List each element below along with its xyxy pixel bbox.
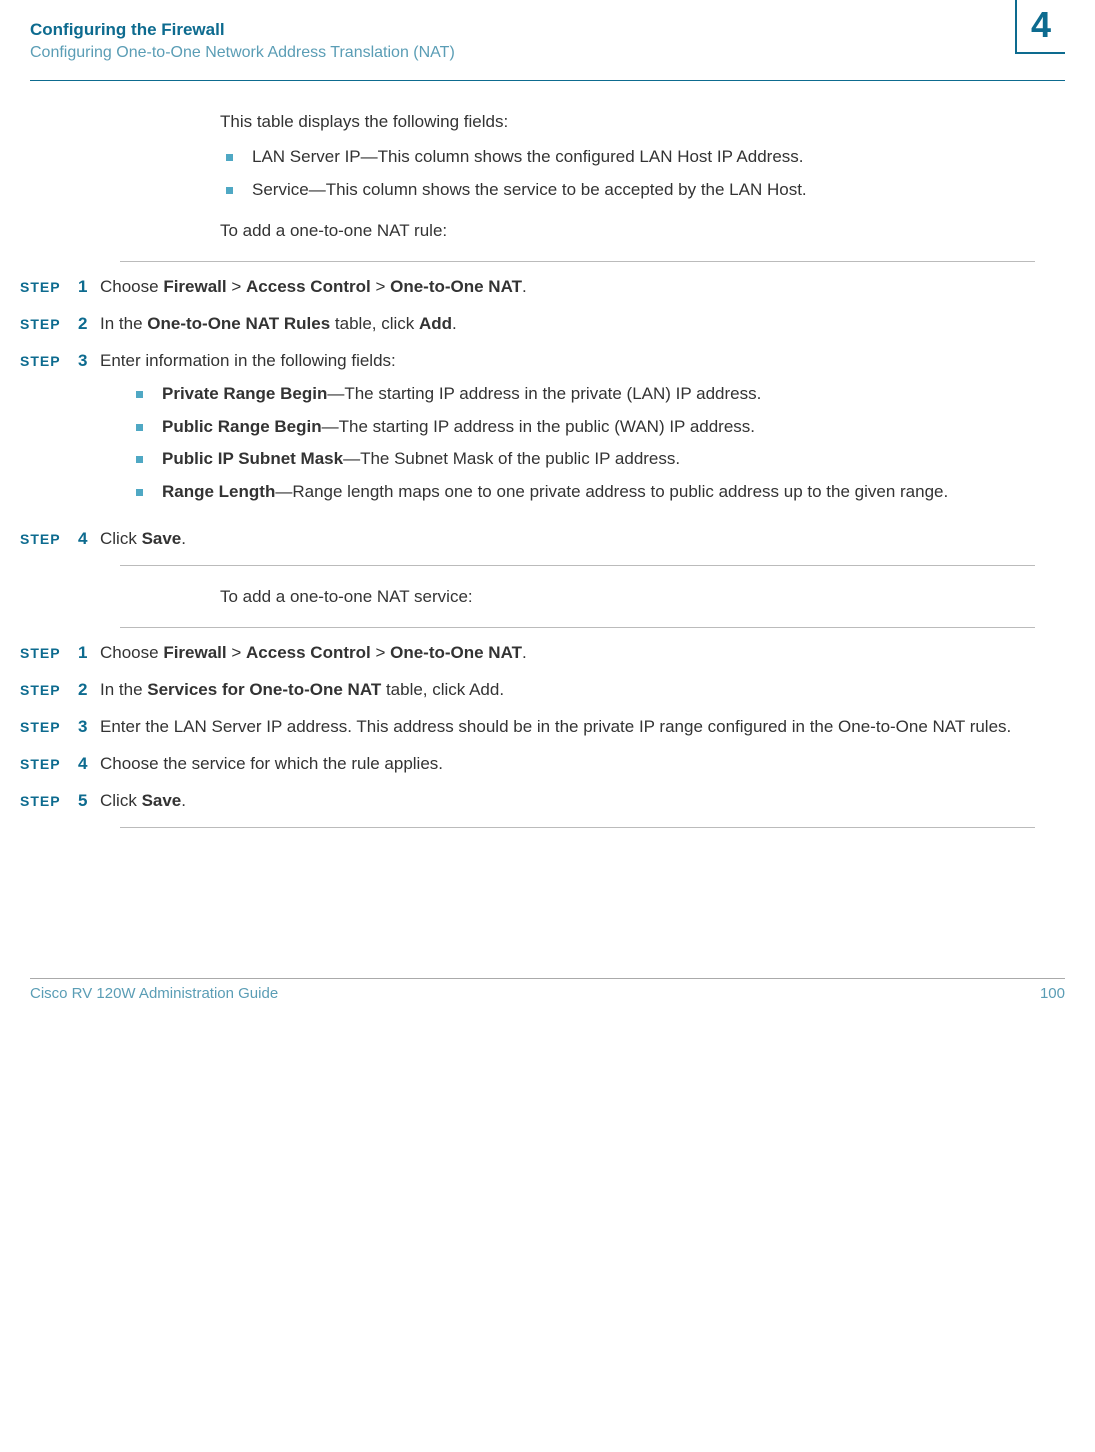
bullet-icon	[136, 391, 143, 398]
step-label: STEP	[20, 642, 78, 663]
bullet-text: —The starting IP address in the private …	[327, 384, 761, 403]
list-item: Range Length—Range length maps one to on…	[130, 481, 1035, 504]
step-row: STEP 4 Choose the service for which the …	[20, 753, 1035, 776]
bullet-icon	[226, 154, 233, 161]
step-text: Choose Firewall > Access Control > One-t…	[100, 276, 1035, 299]
intro-text: This table displays the following fields…	[220, 111, 1035, 134]
footer-guide-name: Cisco RV 120W Administration Guide	[30, 985, 278, 1002]
step-text: Enter the LAN Server IP address. This ad…	[100, 716, 1035, 739]
step-text: Choose Firewall > Access Control > One-t…	[100, 642, 1035, 665]
step-text: Enter information in the following field…	[100, 350, 1035, 515]
header-subtitle: Configuring One-to-One Network Address T…	[30, 44, 1065, 62]
step-label: STEP	[20, 679, 78, 700]
bullet-text: —The starting IP address in the public (…	[322, 417, 755, 436]
step-text: In the Services for One-to-One NAT table…	[100, 679, 1035, 702]
bullet-text: —This column shows the configured LAN Ho…	[361, 147, 804, 166]
step-number: 3	[78, 350, 100, 373]
step-text: Choose the service for which the rule ap…	[100, 753, 1035, 776]
step-number: 1	[78, 276, 100, 299]
step-row: STEP 2 In the Services for One-to-One NA…	[20, 679, 1035, 702]
bullet-label: Private Range Begin	[162, 384, 327, 403]
step-number: 4	[78, 528, 100, 551]
lead-text: To add a one-to-one NAT rule:	[220, 220, 1035, 243]
step-number: 2	[78, 313, 100, 336]
step-label: STEP	[20, 753, 78, 774]
bullet-text: —Range length maps one to one private ad…	[275, 482, 948, 501]
bullet-label: Public Range Begin	[162, 417, 322, 436]
header-title: Configuring the Firewall	[30, 20, 1065, 40]
step-label: STEP	[20, 313, 78, 334]
page-header: Configuring the Firewall Configuring One…	[0, 0, 1095, 62]
bullet-label: Service	[252, 180, 309, 199]
lead-text: To add a one-to-one NAT service:	[220, 586, 1035, 609]
page-content: This table displays the following fields…	[0, 81, 1095, 888]
step-number: 2	[78, 679, 100, 702]
step-number: 5	[78, 790, 100, 813]
step-row: STEP 3 Enter the LAN Server IP address. …	[20, 716, 1035, 739]
bullet-icon	[136, 456, 143, 463]
step-row: STEP 1 Choose Firewall > Access Control …	[20, 642, 1035, 665]
step-text: Click Save.	[100, 790, 1035, 813]
bullet-label: Public IP Subnet Mask	[162, 449, 343, 468]
page-footer: Cisco RV 120W Administration Guide 100	[0, 985, 1095, 1032]
step-text: Click Save.	[100, 528, 1035, 551]
step-text: In the One-to-One NAT Rules table, click…	[100, 313, 1035, 336]
step-label: STEP	[20, 276, 78, 297]
bullet-label: LAN Server IP	[252, 147, 361, 166]
step-row: STEP 4 Click Save.	[20, 528, 1035, 551]
step-label: STEP	[20, 528, 78, 549]
list-item: Private Range Begin—The starting IP addr…	[130, 383, 1035, 406]
step-row: STEP 3 Enter information in the followin…	[20, 350, 1035, 515]
step-row: STEP 5 Click Save.	[20, 790, 1035, 813]
step-divider	[120, 627, 1035, 628]
step-divider	[120, 261, 1035, 262]
bullet-icon	[136, 489, 143, 496]
step-label: STEP	[20, 350, 78, 371]
bullet-icon	[226, 187, 233, 194]
step-number: 4	[78, 753, 100, 776]
step-number: 3	[78, 716, 100, 739]
step-number: 1	[78, 642, 100, 665]
steps-block-service: STEP 1 Choose Firewall > Access Control …	[20, 627, 1035, 828]
footer-divider	[30, 978, 1065, 979]
chapter-number-badge: 4	[1015, 0, 1065, 54]
bullet-label: Range Length	[162, 482, 275, 501]
step-divider	[120, 827, 1035, 828]
list-item: Public IP Subnet Mask—The Subnet Mask of…	[130, 448, 1035, 471]
list-item: Public Range Begin—The starting IP addre…	[130, 416, 1035, 439]
footer-page-number: 100	[1040, 985, 1065, 1002]
list-item: LAN Server IP—This column shows the conf…	[220, 146, 1035, 169]
list-item: Service—This column shows the service to…	[220, 179, 1035, 202]
intro-bullet-list: LAN Server IP—This column shows the conf…	[220, 146, 1035, 202]
step-label: STEP	[20, 716, 78, 737]
step-row: STEP 2 In the One-to-One NAT Rules table…	[20, 313, 1035, 336]
step-divider	[120, 565, 1035, 566]
step-row: STEP 1 Choose Firewall > Access Control …	[20, 276, 1035, 299]
bullet-text: —This column shows the service to be acc…	[309, 180, 807, 199]
bullet-text: —The Subnet Mask of the public IP addres…	[343, 449, 680, 468]
step-bullet-list: Private Range Begin—The starting IP addr…	[130, 383, 1035, 505]
steps-block-rule: STEP 1 Choose Firewall > Access Control …	[20, 261, 1035, 567]
bullet-icon	[136, 424, 143, 431]
step-label: STEP	[20, 790, 78, 811]
